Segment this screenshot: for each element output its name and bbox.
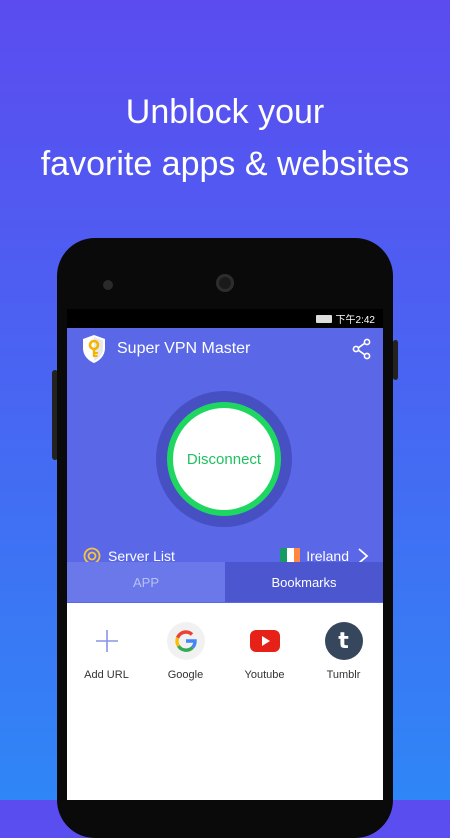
phone-speaker: [103, 280, 113, 290]
tumblr-glyph: t: [338, 628, 349, 654]
app-toolbar: Super VPN Master: [67, 328, 383, 370]
bookmark-label: Tumblr: [326, 669, 361, 681]
app-title: Super VPN Master: [117, 340, 251, 357]
tumblr-icon: t: [324, 622, 363, 660]
tab-bar: APP Bookmarks: [67, 562, 383, 602]
headline-line-1: Unblock your: [125, 93, 325, 131]
phone-power-button: [393, 340, 398, 380]
bookmark-label: Youtube: [244, 669, 285, 681]
headline-line-2: favorite apps & websites: [40, 145, 410, 183]
phone-camera: [216, 274, 234, 292]
bookmark-label: Add URL: [84, 669, 129, 681]
shield-key-icon: [83, 335, 105, 363]
bookmark-google[interactable]: Google: [146, 622, 225, 681]
youtube-icon: [246, 622, 284, 660]
bookmark-add-url[interactable]: Add URL: [67, 622, 146, 681]
disconnect-button[interactable]: Disconnect: [167, 402, 281, 516]
battery-icon: [315, 314, 332, 323]
bookmark-grid: Add URL Google Youtube t Tumblr: [67, 622, 383, 681]
tab-bookmarks[interactable]: Bookmarks: [225, 562, 383, 602]
plus-icon: [88, 622, 126, 660]
bookmark-label: Google: [167, 669, 204, 681]
tab-app[interactable]: APP: [67, 562, 225, 602]
phone-screen: 下午2:42 Super VPN Master Disconnect Serve…: [67, 309, 383, 800]
status-bar: 下午2:42: [67, 309, 383, 328]
bookmark-tumblr[interactable]: t Tumblr: [304, 622, 383, 681]
bookmark-youtube[interactable]: Youtube: [225, 622, 304, 681]
share-icon[interactable]: [351, 338, 373, 360]
promo-headline: Unblock your favorite apps & websites: [0, 86, 450, 190]
status-time: 下午2:42: [335, 315, 375, 326]
google-icon: [166, 622, 205, 660]
